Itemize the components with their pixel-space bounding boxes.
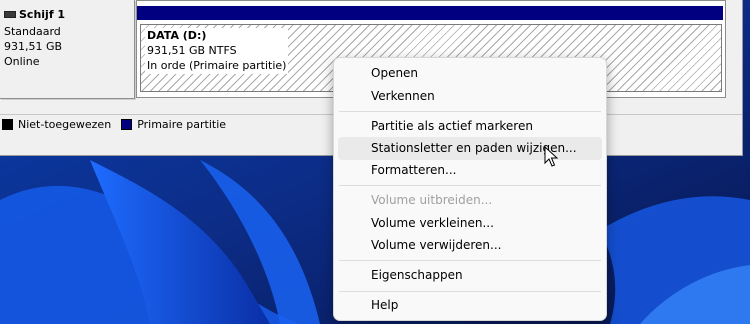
legend-unallocated: Niet-toegewezen bbox=[2, 118, 111, 131]
disk-status: Online bbox=[4, 55, 40, 68]
disk-type: Standaard bbox=[4, 25, 61, 38]
menu-item-label: Help bbox=[371, 298, 399, 312]
disk-size: 931,51 GB bbox=[4, 40, 63, 53]
menu-item-label: Openen bbox=[371, 66, 419, 80]
menu-item-openen[interactable]: Openen bbox=[338, 62, 602, 85]
menu-item-label: Volume uitbreiden... bbox=[371, 193, 493, 207]
context-menu: Openen Verkennen Partitie als actief mar… bbox=[333, 57, 607, 321]
partition-status: In orde (Primaire partitie) bbox=[147, 59, 287, 72]
menu-item-label: Verkennen bbox=[371, 89, 435, 103]
partition-color-bar bbox=[137, 6, 723, 20]
mouse-pointer-icon bbox=[544, 146, 558, 167]
menu-item-label: Volume verkleinen... bbox=[371, 216, 494, 230]
unallocated-swatch bbox=[2, 118, 13, 130]
menu-item-properties[interactable]: Eigenschappen bbox=[338, 264, 602, 287]
disk-header[interactable]: Schijf 1 Standaard 931,51 GB Online bbox=[0, 0, 135, 99]
menu-item-format[interactable]: Formatteren... bbox=[338, 159, 602, 182]
menu-item-label: Formatteren... bbox=[371, 163, 457, 177]
partition-info: DATA (D:) 931,51 GB NTFS In orde (Primai… bbox=[145, 28, 289, 74]
menu-item-shrink-volume[interactable]: Volume verkleinen... bbox=[338, 212, 602, 235]
menu-item-help[interactable]: Help bbox=[338, 294, 602, 317]
disk-title: Schijf 1 bbox=[4, 7, 65, 22]
menu-item-change-drive-letter[interactable]: Stationsletter en paden wijzigen... bbox=[338, 137, 602, 160]
menu-separator bbox=[339, 185, 601, 186]
menu-separator bbox=[339, 260, 601, 261]
menu-item-label: Volume verwijderen... bbox=[371, 238, 502, 252]
menu-separator bbox=[339, 111, 601, 112]
legend-label: Primaire partitie bbox=[137, 117, 227, 131]
disk-icon bbox=[4, 11, 16, 18]
primary-partition-swatch bbox=[121, 118, 133, 130]
menu-separator bbox=[339, 291, 601, 292]
menu-item-label: Eigenschappen bbox=[371, 268, 463, 282]
partition-name: DATA (D:) bbox=[147, 29, 207, 42]
menu-item-delete-volume[interactable]: Volume verwijderen... bbox=[338, 234, 602, 257]
menu-item-extend-volume[interactable]: Volume uitbreiden... bbox=[338, 189, 602, 212]
legend-primary-partition: Primaire partitie bbox=[121, 118, 226, 131]
disk-name: Schijf 1 bbox=[19, 8, 66, 21]
menu-item-label: Partitie als actief markeren bbox=[371, 119, 533, 133]
legend-label: Niet-toegewezen bbox=[18, 117, 112, 131]
partition-details: 931,51 GB NTFS bbox=[147, 44, 237, 57]
menu-item-verkennen[interactable]: Verkennen bbox=[338, 85, 602, 108]
menu-item-mark-active[interactable]: Partitie als actief markeren bbox=[338, 115, 602, 138]
